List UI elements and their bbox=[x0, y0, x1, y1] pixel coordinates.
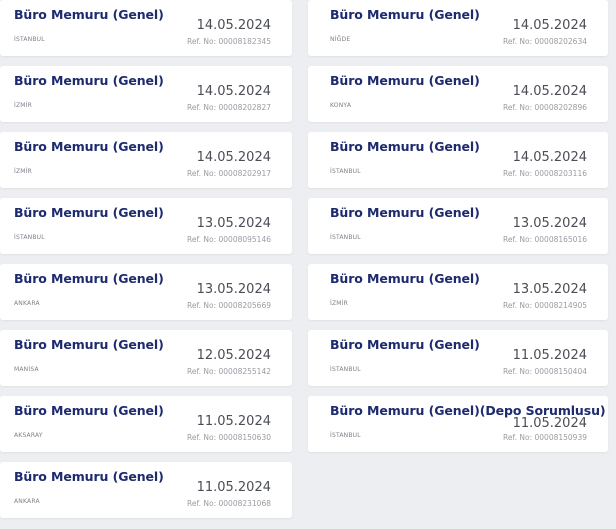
job-date: 11.05.2024 bbox=[196, 414, 271, 429]
job-card[interactable]: Büro Memuru (Genel) İSTANBUL 14.05.2024 … bbox=[308, 132, 608, 188]
job-card[interactable]: Büro Memuru (Genel) İSTANBUL 13.05.2024 … bbox=[308, 198, 608, 254]
job-city: KONYA bbox=[330, 102, 352, 109]
job-city: AKSARAY bbox=[14, 432, 43, 439]
job-card[interactable]: Büro Memuru (Genel) ANKARA 13.05.2024 Re… bbox=[0, 264, 292, 320]
job-date: 14.05.2024 bbox=[512, 18, 587, 33]
job-title: Büro Memuru (Genel) bbox=[14, 403, 164, 418]
job-date: 14.05.2024 bbox=[512, 84, 587, 99]
job-ref-number: Ref. No: 00008202634 bbox=[503, 37, 587, 46]
job-title: Büro Memuru (Genel) bbox=[330, 205, 480, 220]
job-title: Büro Memuru (Genel) bbox=[330, 7, 480, 22]
job-title: Büro Memuru (Genel) bbox=[330, 271, 480, 286]
job-city: ANKARA bbox=[14, 498, 40, 505]
job-date: 11.05.2024 bbox=[512, 348, 587, 363]
job-title: Büro Memuru (Genel) bbox=[14, 337, 164, 352]
job-city: İZMİR bbox=[330, 300, 348, 307]
job-ref-number: Ref. No: 00008255142 bbox=[187, 367, 271, 376]
job-card[interactable]: Büro Memuru (Genel) NİĞDE 14.05.2024 Ref… bbox=[308, 0, 608, 56]
job-card[interactable]: Büro Memuru (Genel) İSTANBUL 11.05.2024 … bbox=[308, 330, 608, 386]
job-date: 14.05.2024 bbox=[196, 84, 271, 99]
job-city: İSTANBUL bbox=[330, 366, 361, 373]
job-date: 14.05.2024 bbox=[512, 150, 587, 165]
job-date: 12.05.2024 bbox=[196, 348, 271, 363]
job-card[interactable]: Büro Memuru (Genel) ANKARA 11.05.2024 Re… bbox=[0, 462, 292, 518]
job-date: 13.05.2024 bbox=[196, 216, 271, 231]
job-card[interactable]: Büro Memuru (Genel) MANİSA 12.05.2024 Re… bbox=[0, 330, 292, 386]
job-title: Büro Memuru (Genel) bbox=[14, 271, 164, 286]
job-ref-number: Ref. No: 00008202917 bbox=[187, 169, 271, 178]
job-ref-number: Ref. No: 00008231068 bbox=[187, 499, 271, 508]
job-card[interactable]: Büro Memuru (Genel) İZMİR 14.05.2024 Ref… bbox=[0, 132, 292, 188]
job-city: İSTANBUL bbox=[330, 432, 361, 439]
job-title: Büro Memuru (Genel) bbox=[14, 73, 164, 88]
job-ref-number: Ref. No: 00008203116 bbox=[503, 169, 587, 178]
job-date: 14.05.2024 bbox=[196, 150, 271, 165]
job-ref-number: Ref. No: 00008165016 bbox=[503, 235, 587, 244]
job-ref-number: Ref. No: 00008214905 bbox=[503, 301, 587, 310]
job-ref-number: Ref. No: 00008205669 bbox=[187, 301, 271, 310]
job-ref-number: Ref. No: 00008202827 bbox=[187, 103, 271, 112]
job-title: Büro Memuru (Genel) bbox=[14, 469, 164, 484]
job-date: 11.05.2024 bbox=[196, 480, 271, 495]
job-title: Büro Memuru (Genel) bbox=[330, 337, 480, 352]
job-date: 11.05.2024 bbox=[512, 416, 587, 431]
job-city: İSTANBUL bbox=[14, 36, 45, 43]
job-title: Büro Memuru (Genel) bbox=[14, 7, 164, 22]
job-ref-number: Ref. No: 00008095146 bbox=[187, 235, 271, 244]
job-ref-number: Ref. No: 00008150939 bbox=[503, 433, 587, 442]
job-card[interactable]: Büro Memuru (Genel) KONYA 14.05.2024 Ref… bbox=[308, 66, 608, 122]
job-city: İSTANBUL bbox=[14, 234, 45, 241]
job-ref-number: Ref. No: 00008150630 bbox=[187, 433, 271, 442]
job-title: Büro Memuru (Genel) bbox=[14, 205, 164, 220]
job-ref-number: Ref. No: 00008150404 bbox=[503, 367, 587, 376]
job-date: 14.05.2024 bbox=[196, 18, 271, 33]
job-title: Büro Memuru (Genel) bbox=[14, 139, 164, 154]
job-card[interactable]: Büro Memuru (Genel) İSTANBUL 14.05.2024 … bbox=[0, 0, 292, 56]
job-card[interactable]: Büro Memuru (Genel) İZMİR 13.05.2024 Ref… bbox=[308, 264, 608, 320]
job-city: ANKARA bbox=[14, 300, 40, 307]
job-card[interactable]: Büro Memuru (Genel) İSTANBUL 13.05.2024 … bbox=[0, 198, 292, 254]
job-ref-number: Ref. No: 00008202896 bbox=[503, 103, 587, 112]
job-city: İZMİR bbox=[14, 168, 32, 175]
job-city: İSTANBUL bbox=[330, 234, 361, 241]
job-city: MANİSA bbox=[14, 366, 39, 373]
job-city: NİĞDE bbox=[330, 36, 351, 43]
job-card[interactable]: Büro Memuru (Genel) AKSARAY 11.05.2024 R… bbox=[0, 396, 292, 452]
job-date: 13.05.2024 bbox=[512, 282, 587, 297]
job-listing-grid: Büro Memuru (Genel) İSTANBUL 14.05.2024 … bbox=[0, 0, 616, 529]
job-title: Büro Memuru (Genel) bbox=[330, 73, 480, 88]
job-title: Büro Memuru (Genel) bbox=[330, 139, 480, 154]
job-card[interactable]: Büro Memuru (Genel) İZMİR 14.05.2024 Ref… bbox=[0, 66, 292, 122]
job-date: 13.05.2024 bbox=[512, 216, 587, 231]
job-city: İZMİR bbox=[14, 102, 32, 109]
job-city: İSTANBUL bbox=[330, 168, 361, 175]
job-date: 13.05.2024 bbox=[196, 282, 271, 297]
job-card[interactable]: Büro Memuru (Genel)(Depo Sorumlusu) İSTA… bbox=[308, 396, 608, 452]
job-ref-number: Ref. No: 00008182345 bbox=[187, 37, 271, 46]
